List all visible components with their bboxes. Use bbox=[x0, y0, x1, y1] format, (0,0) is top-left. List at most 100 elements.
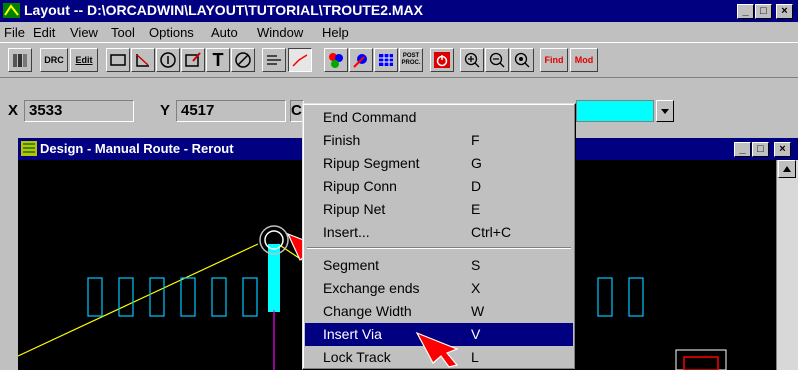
design-maximize-button[interactable]: □ bbox=[752, 142, 769, 157]
component-tool-button[interactable] bbox=[106, 48, 130, 72]
zoom-in-button[interactable] bbox=[460, 48, 484, 72]
menu-item-shortcut: F bbox=[471, 132, 480, 148]
menu-item-shortcut: G bbox=[471, 155, 482, 171]
color-icon bbox=[329, 53, 343, 68]
layer-color-swatch[interactable] bbox=[576, 100, 654, 122]
menu-bar: File Edit View Tool Options Auto Window … bbox=[0, 22, 798, 42]
toolbar: DRC Edit T POST PROC. Find Mod bbox=[0, 42, 798, 78]
find-button[interactable]: Find bbox=[540, 48, 568, 72]
menu-item-label: Change Width bbox=[323, 303, 412, 319]
context-menu: End Command Finish F Ripup Segment G Rip… bbox=[302, 103, 576, 370]
maximize-button[interactable]: □ bbox=[755, 4, 772, 19]
menu-edit[interactable]: Edit bbox=[33, 25, 55, 40]
ratsnest-line bbox=[18, 243, 259, 357]
post-processor-button[interactable]: POST PROC. bbox=[399, 48, 423, 72]
power-icon bbox=[434, 52, 450, 68]
menu-item-label: Ripup Net bbox=[323, 201, 386, 217]
menu-item-finish[interactable]: Finish F bbox=[305, 129, 573, 152]
zoom-out-icon bbox=[489, 52, 505, 68]
reconnect-button[interactable] bbox=[349, 48, 373, 72]
pin-icon bbox=[160, 52, 176, 68]
error-icon bbox=[185, 52, 201, 67]
menu-item-segment[interactable]: Segment S bbox=[305, 254, 573, 277]
post-proc-label: POST PROC. bbox=[401, 53, 421, 66]
chevron-down-icon bbox=[661, 109, 669, 114]
edit-segment-button[interactable] bbox=[288, 48, 312, 72]
drc-label: DRC bbox=[44, 55, 64, 65]
menu-separator bbox=[307, 247, 571, 249]
menu-item-shortcut: X bbox=[471, 280, 481, 296]
close-button[interactable]: × bbox=[776, 4, 793, 19]
menu-view[interactable]: View bbox=[70, 25, 98, 40]
menu-item-shortcut: S bbox=[471, 257, 481, 273]
spreadsheet-icon bbox=[379, 54, 393, 66]
reconnect-icon bbox=[353, 54, 367, 68]
color-button[interactable] bbox=[324, 48, 348, 72]
zoom-all-button[interactable] bbox=[510, 48, 534, 72]
connection-icon bbox=[267, 55, 281, 65]
drc-button[interactable]: DRC bbox=[40, 48, 68, 72]
menu-item-label: Finish bbox=[323, 132, 361, 148]
menu-file[interactable]: File bbox=[4, 25, 25, 40]
edit-segment-icon bbox=[292, 54, 308, 67]
edit-label: Edit bbox=[75, 55, 93, 65]
menu-help[interactable]: Help bbox=[322, 25, 349, 40]
modify-button[interactable]: Mod bbox=[570, 48, 598, 72]
obstacle-tool-button[interactable] bbox=[131, 48, 155, 72]
component-pad bbox=[683, 356, 719, 370]
text-tool-button[interactable]: T bbox=[206, 48, 230, 72]
menu-item-ripup-net[interactable]: Ripup Net E bbox=[305, 198, 573, 221]
library-manager-button[interactable] bbox=[8, 48, 32, 72]
menu-item-label: Ripup Segment bbox=[323, 155, 420, 171]
error-tool-button[interactable] bbox=[181, 48, 205, 72]
menu-item-change-width[interactable]: Change Width W bbox=[305, 300, 573, 323]
component-icon bbox=[110, 54, 126, 66]
menu-item-shortcut: Ctrl+C bbox=[471, 224, 512, 240]
x-coordinate-label: X bbox=[8, 102, 19, 119]
zoom-in-icon bbox=[464, 52, 480, 68]
menu-item-label: Ripup Conn bbox=[323, 178, 397, 194]
menu-item-insert[interactable]: Insert... Ctrl+C bbox=[305, 221, 573, 244]
text-tool-label: T bbox=[212, 49, 224, 70]
design-window-title: Design - Manual Route - Rerout bbox=[40, 141, 234, 156]
online-drc-button[interactable] bbox=[430, 48, 454, 72]
y-coordinate-label: Y bbox=[160, 102, 171, 119]
vertical-scrollbar[interactable] bbox=[776, 160, 798, 370]
menu-item-shortcut: E bbox=[471, 201, 481, 217]
pointer-arrow bbox=[415, 331, 459, 368]
edit-button[interactable]: Edit bbox=[70, 48, 98, 72]
library-icon bbox=[13, 54, 27, 67]
menu-options[interactable]: Options bbox=[149, 25, 194, 40]
menu-item-ripup-conn[interactable]: Ripup Conn D bbox=[305, 175, 573, 198]
menu-item-label: End Command bbox=[323, 109, 417, 125]
y-coordinate-value: 4517 bbox=[176, 100, 286, 122]
menu-item-ripup-segment[interactable]: Ripup Segment G bbox=[305, 152, 573, 175]
menu-item-shortcut: W bbox=[471, 303, 485, 319]
obstacle-icon bbox=[136, 54, 149, 67]
menu-tool[interactable]: Tool bbox=[111, 25, 135, 40]
menu-item-label: Exchange ends bbox=[323, 280, 420, 296]
menu-auto[interactable]: Auto bbox=[211, 25, 238, 40]
design-close-button[interactable]: × bbox=[774, 142, 791, 157]
zoom-all-icon bbox=[514, 52, 530, 68]
spreadsheet-button[interactable] bbox=[374, 48, 398, 72]
connection-tool-button[interactable] bbox=[262, 48, 286, 72]
find-label: Find bbox=[544, 55, 564, 65]
zoom-out-button[interactable] bbox=[485, 48, 509, 72]
scroll-up-button[interactable] bbox=[778, 160, 796, 178]
query-tool-button[interactable] bbox=[231, 48, 255, 72]
menu-item-label: Insert... bbox=[323, 224, 370, 240]
arrow-up-icon bbox=[783, 166, 791, 172]
menu-item-exchange-ends[interactable]: Exchange ends X bbox=[305, 277, 573, 300]
design-minimize-button[interactable]: _ bbox=[734, 142, 751, 157]
menu-window[interactable]: Window bbox=[257, 25, 303, 40]
no-entry-icon bbox=[235, 52, 251, 68]
pin-tool-button[interactable] bbox=[156, 48, 180, 72]
menu-item-label: Lock Track bbox=[323, 349, 391, 365]
app-title-bar[interactable]: Layout -- D:\ORCADWIN\LAYOUT\TUTORIAL\TR… bbox=[0, 0, 798, 22]
mod-label: Mod bbox=[574, 55, 594, 65]
x-coordinate-value: 3533 bbox=[24, 100, 134, 122]
minimize-button[interactable]: _ bbox=[737, 4, 754, 19]
layer-dropdown-button[interactable] bbox=[656, 100, 674, 122]
menu-item-end-command[interactable]: End Command bbox=[305, 106, 573, 129]
